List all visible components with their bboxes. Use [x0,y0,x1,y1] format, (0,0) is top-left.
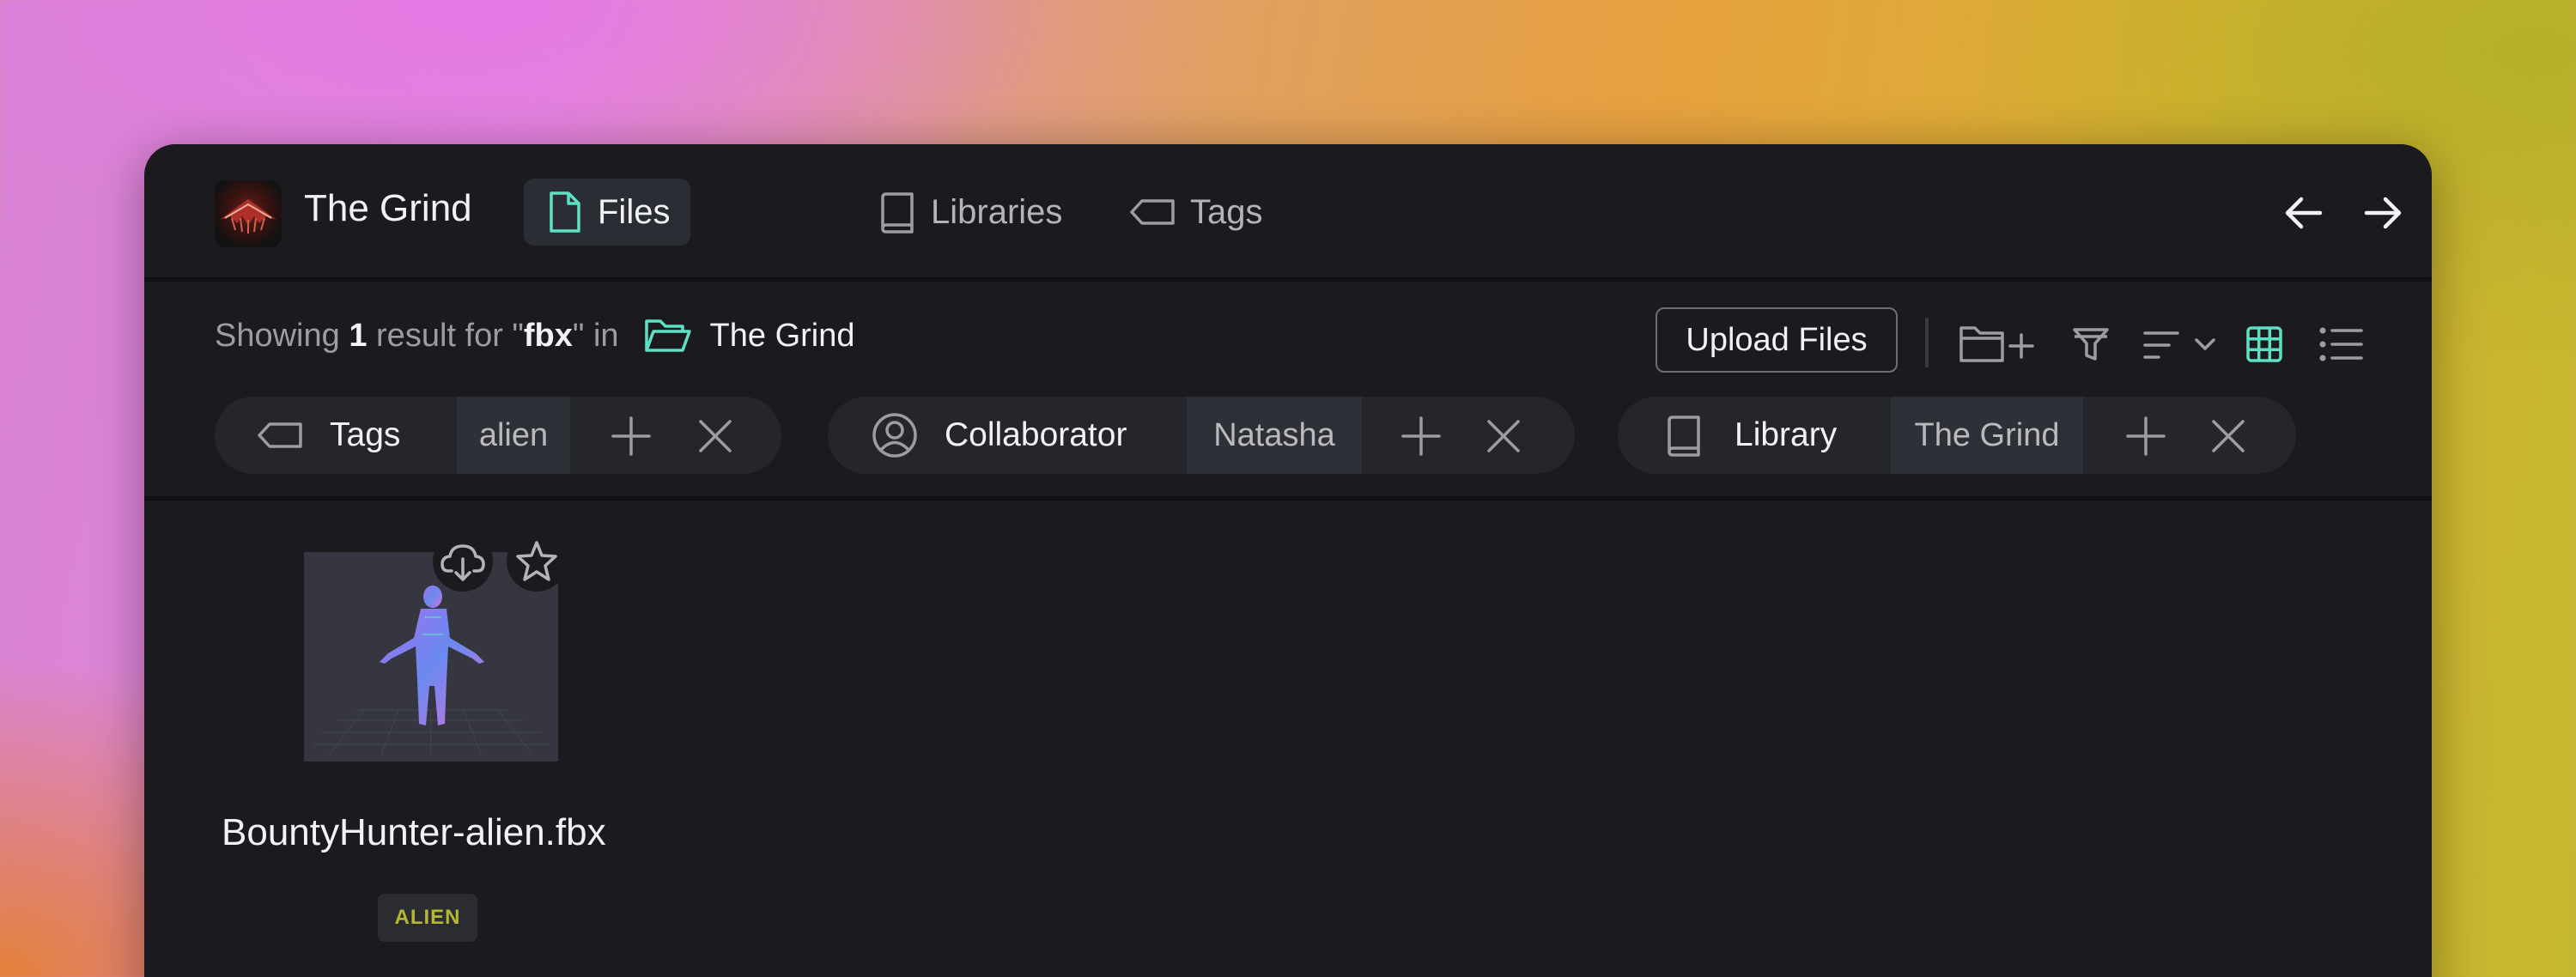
filter-chip-library: Library The Grind [1618,397,2296,474]
search-location[interactable]: The Grind [710,318,855,355]
favorite-button[interactable] [507,531,567,592]
search-summary: Showing 1 result for " fbx " in The Grind [215,316,855,355]
tag-icon [258,422,302,448]
tab-libraries[interactable]: Libraries [857,179,1083,246]
cloud-download-icon [440,544,485,581]
download-button[interactable] [433,531,493,592]
filter-chip-collaborator: Collaborator Natasha [828,397,1575,474]
summary-suffix: " in [572,317,619,354]
toolbar-divider [1925,318,1929,367]
tag-icon [1130,199,1175,225]
folder-open-icon [644,319,691,352]
back-arrow-icon[interactable] [2282,192,2324,234]
top-bar: The Grind Files Libraries Tags [144,144,2432,282]
file-name[interactable]: BountyHunter-alien.fbx [222,811,606,854]
filter-key: Library [1735,416,1838,453]
summary-mid: result for " [376,317,524,354]
new-folder-icon[interactable] [1958,323,2044,366]
result-count: 1 [349,317,368,354]
forward-arrow-icon[interactable] [2363,192,2404,234]
tab-tags[interactable]: Tags [1108,179,1284,246]
filter-value[interactable]: Natasha [1187,397,1362,474]
book-icon [1668,416,1700,457]
star-icon [516,541,557,581]
filter-key: Tags [330,416,401,453]
search-query: fbx [523,317,573,354]
plus-icon[interactable] [610,415,653,458]
sort-icon[interactable] [2142,326,2224,364]
upload-files-button[interactable]: Upload Files [1656,307,1898,373]
list-view-icon[interactable] [2318,326,2363,362]
filter-key: Collaborator [945,416,1127,453]
app-logo[interactable] [215,180,282,247]
filter-icon[interactable] [2071,325,2111,364]
filter-value[interactable]: The Grind [1891,397,2083,474]
tab-libraries-label: Libraries [931,192,1063,231]
close-icon[interactable] [1482,415,1525,458]
close-icon[interactable] [2207,415,2250,458]
grid-view-icon[interactable] [2245,325,2284,364]
filter-value[interactable]: alien [457,397,570,474]
search-toolbar: Showing 1 result for " fbx " in The Grind … [144,282,2432,501]
plus-icon[interactable] [1400,415,1443,458]
close-icon[interactable] [694,415,737,458]
tab-files-label: Files [598,192,671,231]
file-tag-badge[interactable]: ALIEN [378,894,477,942]
book-icon [881,192,914,234]
app-window: The Grind Files Libraries Tags Showing 1… [144,144,2432,977]
tab-files[interactable]: Files [524,179,691,246]
summary-prefix: Showing [215,317,340,354]
tab-tags-label: Tags [1190,192,1263,231]
filter-chip-tags: Tags alien [215,397,781,474]
app-title: The Grind [304,187,472,229]
plus-icon[interactable] [2124,415,2167,458]
file-icon [550,191,580,233]
user-circle-icon [872,413,917,458]
